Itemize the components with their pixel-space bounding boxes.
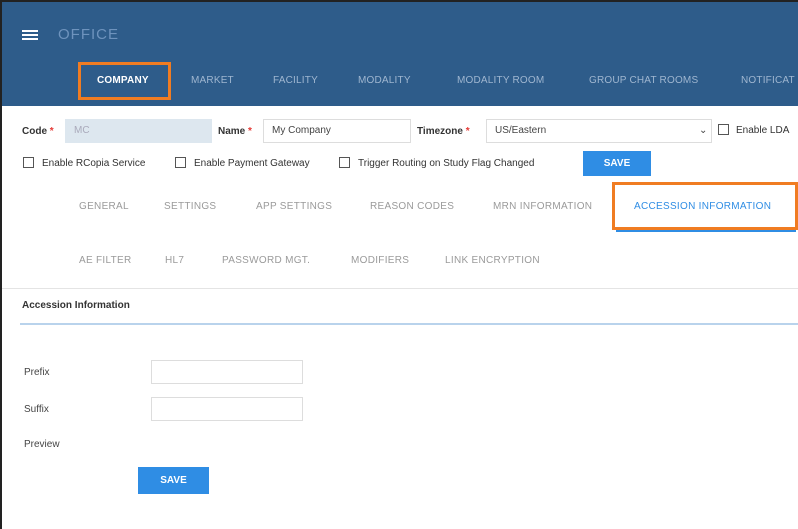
name-label: Name * <box>218 126 252 137</box>
prefix-input[interactable] <box>151 360 303 384</box>
rcopia-checkbox[interactable] <box>23 157 34 168</box>
enable-ldap-label: Enable LDA <box>736 125 790 136</box>
tabs-divider <box>2 288 798 289</box>
nav-tab-facility[interactable]: FACILITY <box>273 64 318 98</box>
nav-tab-modality-room[interactable]: MODALITY ROOM <box>457 64 544 98</box>
company-tab-highlight <box>78 62 171 100</box>
nav-tab-modality[interactable]: MODALITY <box>358 64 411 98</box>
subtab-app-settings[interactable]: APP SETTINGS <box>256 201 332 212</box>
trigger-routing-label: Trigger Routing on Study Flag Changed <box>358 158 535 169</box>
subtab-general[interactable]: GENERAL <box>79 201 129 212</box>
subtab-reason-codes[interactable]: REASON CODES <box>370 201 454 212</box>
timezone-label: Timezone * <box>417 126 470 137</box>
payment-gateway-checkbox[interactable] <box>175 157 186 168</box>
subtab-hl7[interactable]: HL7 <box>165 255 184 266</box>
code-field[interactable]: MC <box>65 119 212 143</box>
trigger-routing-checkbox[interactable] <box>339 157 350 168</box>
preview-label: Preview <box>24 439 60 450</box>
subtab-settings[interactable]: SETTINGS <box>164 201 216 212</box>
timezone-select[interactable]: US/Eastern <box>486 119 712 143</box>
prefix-label: Prefix <box>24 367 50 378</box>
name-field[interactable]: My Company <box>263 119 411 143</box>
enable-ldap-checkbox[interactable] <box>718 124 729 135</box>
code-label: Code * <box>22 126 54 137</box>
suffix-input[interactable] <box>151 397 303 421</box>
chevron-down-icon[interactable]: ⌄ <box>699 125 707 136</box>
subtab-link-encryption[interactable]: LINK ENCRYPTION <box>445 255 540 266</box>
app-frame: OFFICE COMPANY MARKET FACILITY MODALITY … <box>0 0 798 529</box>
payment-gateway-label: Enable Payment Gateway <box>194 158 310 169</box>
accession-save-button[interactable]: SAVE <box>138 467 209 494</box>
subtab-ae-filter[interactable]: AE FILTER <box>79 255 132 266</box>
subtab-mrn-information[interactable]: MRN INFORMATION <box>493 201 592 212</box>
subtab-password-mgt[interactable]: PASSWORD MGT. <box>222 255 310 266</box>
section-underline <box>20 323 798 325</box>
nav-tab-notifications[interactable]: NOTIFICAT <box>741 64 795 98</box>
accession-tab-highlight <box>612 182 798 230</box>
suffix-label: Suffix <box>24 404 49 415</box>
subtab-modifiers[interactable]: MODIFIERS <box>351 255 409 266</box>
company-save-button[interactable]: SAVE <box>583 151 651 176</box>
menu-icon[interactable] <box>22 30 38 40</box>
rcopia-label: Enable RCopia Service <box>42 158 146 169</box>
nav-tab-group-chat-rooms[interactable]: GROUP CHAT ROOMS <box>589 64 698 98</box>
section-title: Accession Information <box>22 300 130 311</box>
active-tab-indicator <box>616 230 796 232</box>
app-title: OFFICE <box>58 26 119 43</box>
nav-tab-market[interactable]: MARKET <box>191 64 234 98</box>
